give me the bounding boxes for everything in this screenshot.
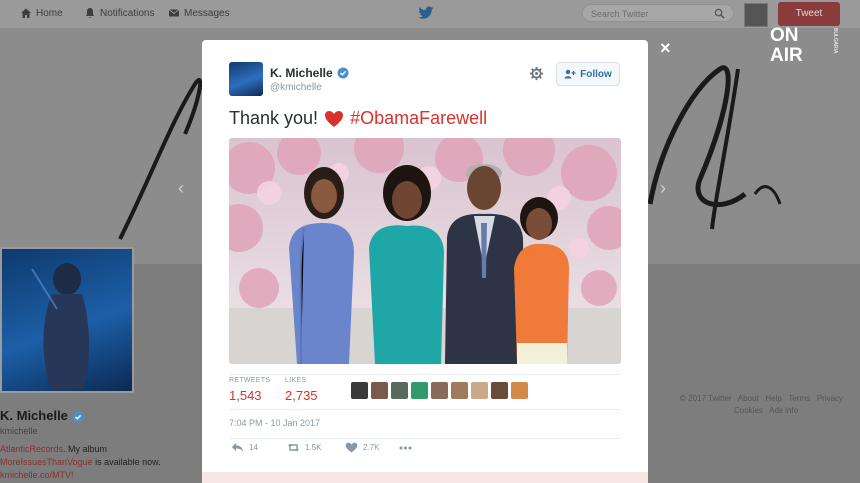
nav-messages-label: Messages: [184, 7, 230, 19]
family-photo-illustration: [229, 138, 621, 364]
reply-button[interactable]: 14: [231, 442, 258, 453]
likes-count[interactable]: 2,735: [285, 388, 318, 403]
tweet-author-avatar[interactable]: [229, 62, 263, 96]
add-user-icon: [564, 69, 576, 79]
bio-text: . My album: [63, 444, 108, 454]
reply-count: 14: [249, 443, 258, 452]
retweet-count: 1.5K: [305, 443, 322, 452]
account-avatar[interactable]: [744, 3, 768, 27]
reply-icon: [231, 443, 244, 452]
on-air-watermark-logo: ON AIR BULGARIA: [770, 25, 838, 64]
tweet-stats: RETWEETS 1,543 LIKES 2,735: [229, 374, 621, 410]
tweet-modal: K. Michelle @kmichelle Follow Thank you!…: [202, 40, 648, 483]
tweet-timestamp[interactable]: 7:04 PM - 10 Jan 2017: [229, 418, 320, 428]
home-icon: [21, 8, 31, 18]
tweet-body: Thank you!: [229, 108, 319, 128]
profile-bio: AtlanticRecords. My album MoreIssuesThan…: [0, 443, 190, 482]
liker-avatar[interactable]: [411, 382, 428, 399]
tweet-photo[interactable]: [229, 138, 621, 364]
more-dots-icon: [399, 446, 412, 450]
more-options-button[interactable]: [399, 442, 412, 453]
tweet-author-name[interactable]: K. Michelle: [270, 66, 349, 80]
watermark-line1: ON: [770, 25, 799, 46]
compose-tweet-button[interactable]: Tweet: [778, 2, 840, 26]
footer-help[interactable]: Help: [765, 394, 781, 403]
footer-terms[interactable]: Terms: [788, 394, 810, 403]
retweets-count[interactable]: 1,543: [229, 388, 262, 403]
nav-notifications[interactable]: Notifications: [84, 7, 154, 19]
performer-photo: [31, 263, 90, 389]
liker-avatar[interactable]: [371, 382, 388, 399]
follow-label: Follow: [580, 68, 612, 80]
retweet-icon: [288, 443, 299, 452]
watermark-line2: AIR: [770, 45, 803, 64]
retweet-button[interactable]: 1.5K: [287, 442, 321, 453]
previous-arrow[interactable]: ‹: [178, 178, 184, 199]
liker-avatar[interactable]: [511, 382, 528, 399]
nav-messages[interactable]: Messages: [168, 7, 230, 19]
close-modal-button[interactable]: ×: [660, 38, 671, 59]
footer-cookies[interactable]: Cookies: [680, 406, 763, 415]
search-input[interactable]: Search Twitter: [582, 4, 734, 22]
nav-home[interactable]: Home: [20, 7, 63, 19]
search-icon[interactable]: [714, 8, 725, 19]
liker-avatar[interactable]: [451, 382, 468, 399]
watermark-side: BULGARIA: [832, 28, 838, 54]
bio-hashtag[interactable]: MoreIssuesThanVogue: [0, 457, 93, 467]
verified-icon: [72, 411, 84, 423]
nav-home-label: Home: [36, 7, 63, 19]
liker-avatar[interactable]: [491, 382, 508, 399]
footer-about[interactable]: About: [738, 394, 759, 403]
compose-tweet-label: Tweet: [795, 8, 823, 19]
bio-text-2: is available now.: [92, 457, 161, 467]
top-navigation-bar: Home Notifications Messages Search Twitt…: [0, 0, 860, 29]
twitter-bird-icon[interactable]: [418, 6, 434, 20]
tweet-author-handle[interactable]: @kmichelle: [270, 82, 322, 93]
retweets-label: RETWEETS: [229, 377, 271, 384]
verified-icon: [337, 67, 349, 79]
profile-name: K. Michelle: [0, 408, 84, 423]
follow-button[interactable]: Follow: [556, 62, 620, 86]
likers-avatars: [351, 382, 528, 399]
envelope-icon: [168, 9, 180, 17]
profile-handle: kmichelle: [0, 426, 38, 436]
search-placeholder: Search Twitter: [591, 9, 649, 19]
gear-icon[interactable]: [529, 66, 544, 81]
footer-ads-info[interactable]: Ads info: [769, 406, 798, 415]
liker-avatar[interactable]: [431, 382, 448, 399]
hashtag-link[interactable]: #ObamaFarewell: [350, 108, 487, 129]
likes-label: LIKES: [285, 377, 307, 384]
reply-compose-box[interactable]: [202, 472, 648, 483]
heart-emoji-icon: [325, 110, 344, 127]
bell-icon: [85, 8, 95, 19]
footer-links: © 2017 Twitter About Help Terms Privacy …: [680, 393, 860, 417]
liker-avatar[interactable]: [351, 382, 368, 399]
heart-icon: [345, 442, 358, 453]
like-button[interactable]: 2.7K: [345, 442, 379, 453]
nav-notifications-label: Notifications: [100, 7, 155, 19]
like-count: 2.7K: [363, 443, 380, 452]
footer-privacy[interactable]: Privacy: [817, 394, 843, 403]
next-arrow[interactable]: ›: [660, 178, 666, 199]
profile-avatar[interactable]: [0, 247, 134, 393]
liker-avatar[interactable]: [391, 382, 408, 399]
tweet-actions: 14 1.5K 2.7K: [229, 438, 621, 457]
bio-url[interactable]: kmichelle.co/MTV!: [0, 470, 74, 480]
footer-copyright: © 2017 Twitter: [680, 394, 732, 403]
liker-avatar[interactable]: [471, 382, 488, 399]
tweet-text: Thank you! #ObamaFarewell: [229, 108, 487, 129]
bio-link-atlantic[interactable]: AtlanticRecords: [0, 444, 63, 454]
